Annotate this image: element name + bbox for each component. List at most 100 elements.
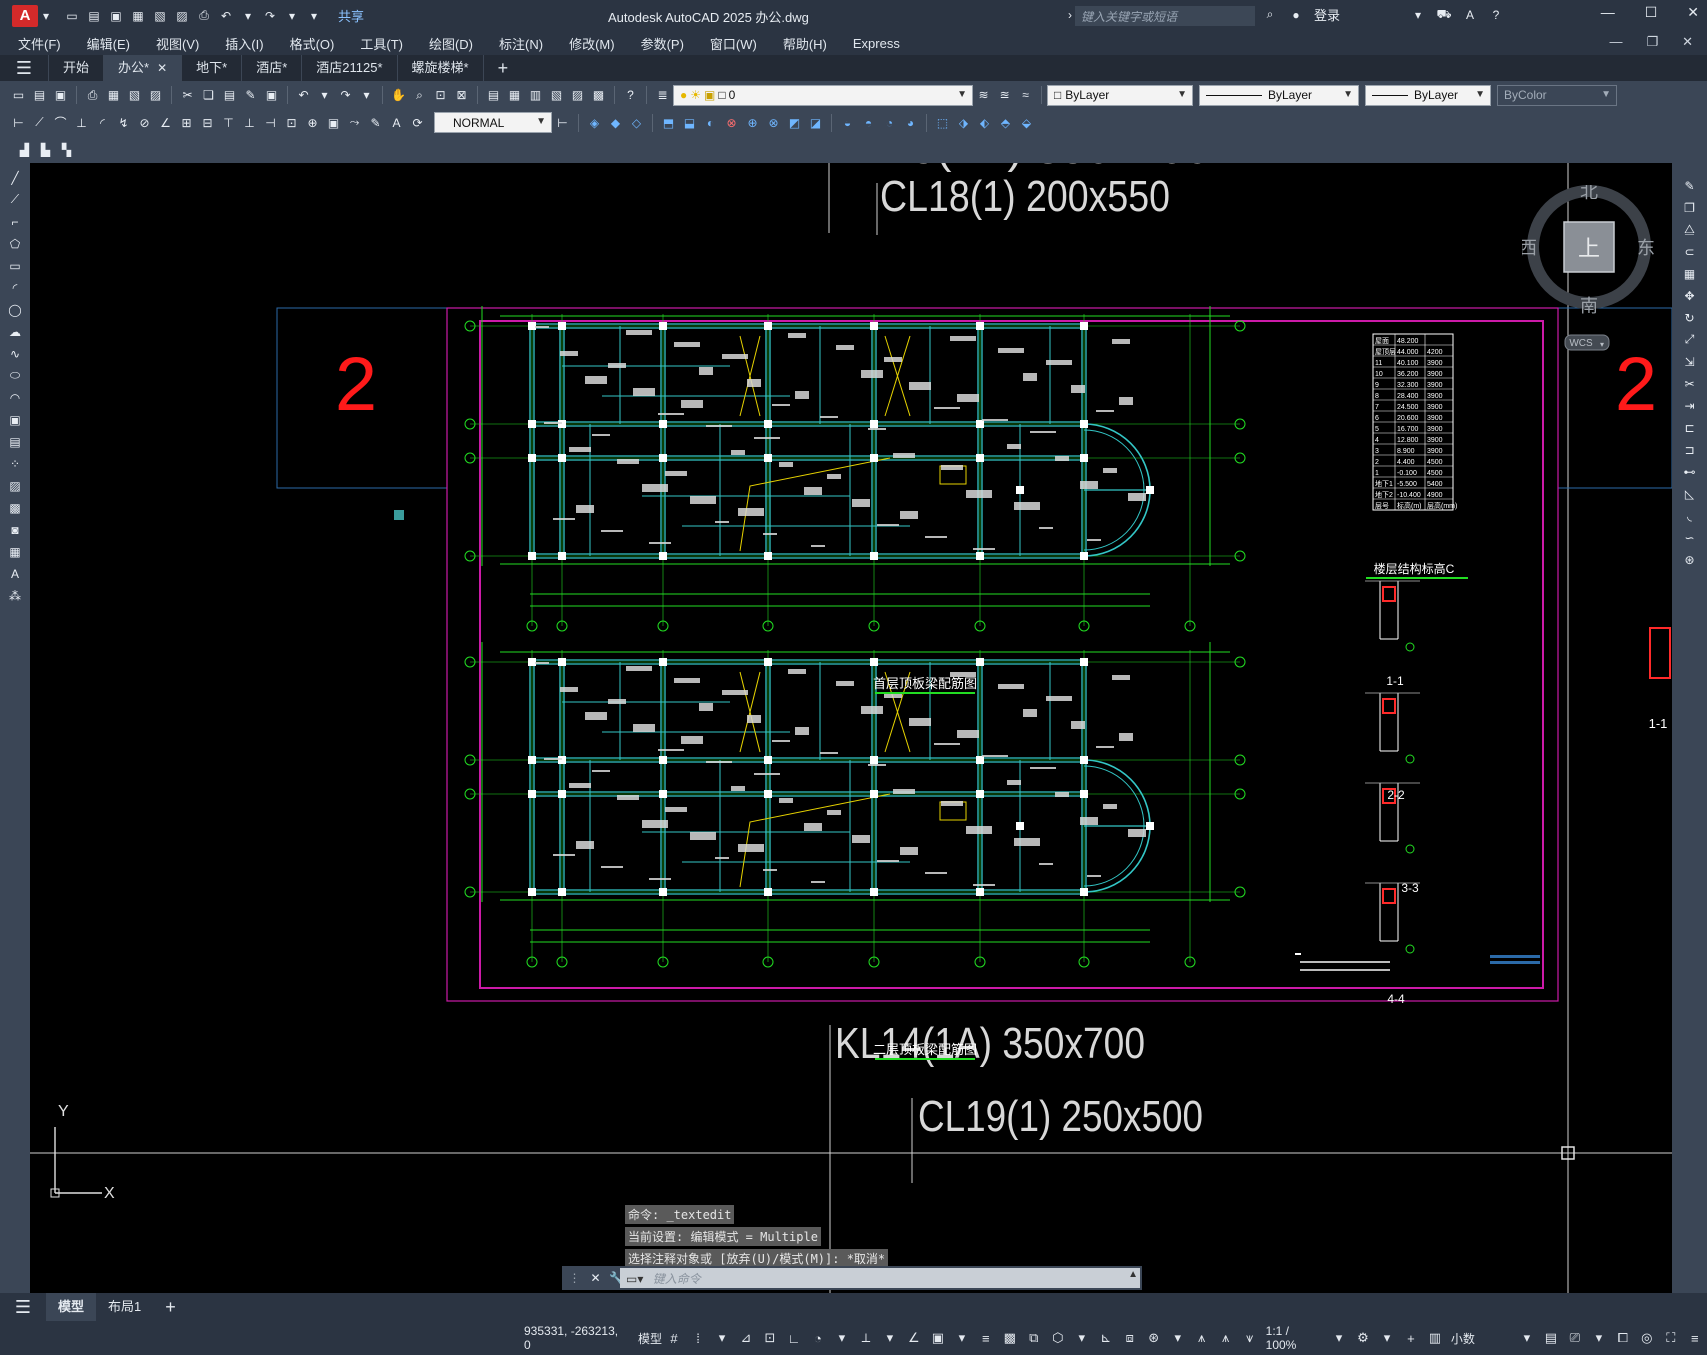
layer-freeze-icon[interactable]: ☀ xyxy=(690,88,701,102)
union-icon[interactable]: ⊕ xyxy=(744,114,761,131)
viewcube-east[interactable]: 东 xyxy=(1637,238,1655,259)
linetype-dropdown[interactable]: ByLayer ▼ xyxy=(1199,84,1359,106)
pan-icon[interactable]: ✋ xyxy=(390,87,407,104)
qnew-icon[interactable]: ▭ xyxy=(10,87,27,104)
jogged-dim-icon[interactable]: ↯ xyxy=(115,114,132,131)
menu-edit[interactable]: 编辑(E) xyxy=(87,34,130,53)
object-snap-dropdown-icon[interactable]: ▾ xyxy=(953,1329,971,1347)
tab-model[interactable]: 模型 xyxy=(46,1293,97,1321)
3d-orbit-icon[interactable]: ◈ xyxy=(586,114,603,131)
selection-cycling-icon[interactable]: ⧉ xyxy=(1025,1329,1043,1347)
cut-icon[interactable]: ✂ xyxy=(179,87,196,104)
menu-help[interactable]: 帮助(H) xyxy=(783,34,827,53)
redo-dropdown-icon[interactable]: ▾ xyxy=(358,87,375,104)
revision-cloud-icon[interactable]: ☁ xyxy=(7,323,24,340)
erase-icon[interactable]: ✎ xyxy=(1681,177,1698,194)
plot-icon[interactable]: ⎙ xyxy=(84,87,101,104)
minimize-icon[interactable]: — xyxy=(1601,4,1615,21)
maximize-icon[interactable]: ☐ xyxy=(1645,4,1658,21)
scale-dropdown-icon[interactable]: ▾ xyxy=(1330,1329,1348,1347)
circle-icon[interactable]: ◯ xyxy=(7,301,24,318)
properties-icon[interactable]: ▤ xyxy=(485,87,502,104)
model-space-button[interactable]: 模型 xyxy=(638,1330,662,1347)
menu-express[interactable]: Express xyxy=(853,36,900,51)
layout-menu-icon[interactable]: ☰ xyxy=(0,1297,46,1318)
construction-line-icon[interactable]: ⟋ xyxy=(7,191,24,208)
save-icon[interactable]: ▣ xyxy=(52,87,69,104)
add-layout-icon[interactable]: + xyxy=(153,1293,188,1321)
polyline-icon[interactable]: ⌐ xyxy=(7,213,24,230)
polar-dropdown-icon[interactable]: ▾ xyxy=(833,1329,851,1347)
viewcube-west[interactable]: 西 xyxy=(1519,238,1537,259)
jogged-linear-icon[interactable]: ⤳ xyxy=(346,114,363,131)
selection-filter-icon[interactable]: ⧈ xyxy=(1121,1329,1139,1347)
presspull-icon[interactable]: ⬓ xyxy=(681,114,698,131)
plotstyle-dropdown[interactable]: ByColor ▼ xyxy=(1497,84,1617,106)
radius-dim-icon[interactable]: ◜ xyxy=(94,114,111,131)
wcs-dropdown-icon[interactable]: ▾ xyxy=(1600,340,1604,349)
workspace-dropdown-icon[interactable]: ▾ xyxy=(1378,1329,1396,1347)
export-icon[interactable]: ▧ xyxy=(152,8,168,24)
menu-parametric[interactable]: 参数(P) xyxy=(641,34,684,53)
join-icon[interactable]: ⊷ xyxy=(1681,463,1698,480)
arc-length-icon[interactable]: ⌒ xyxy=(52,114,69,131)
draworder-icon[interactable]: ▟ xyxy=(16,141,33,158)
login-button[interactable]: 登录 xyxy=(1314,5,1340,24)
line-icon[interactable]: ╱ xyxy=(7,169,24,186)
lights-icon[interactable]: ◕ xyxy=(902,114,919,131)
copy-object-icon[interactable]: ❐ xyxy=(1681,199,1698,216)
break-icon[interactable]: ⊐ xyxy=(1681,441,1698,458)
dimension-style-icon[interactable]: ⊢ xyxy=(554,114,571,131)
dim-update-icon[interactable]: ⟳ xyxy=(409,114,426,131)
hatch-icon[interactable]: ▨ xyxy=(7,477,24,494)
offset-icon[interactable]: ⊂ xyxy=(1681,243,1698,260)
polygon-icon[interactable]: ⬠ xyxy=(7,235,24,252)
app-menu-chevron-icon[interactable]: ▾ xyxy=(38,8,54,24)
command-recent-icon[interactable]: ▲ xyxy=(1128,1269,1138,1280)
trim-icon[interactable]: ✂ xyxy=(1681,375,1698,392)
doc-restore-icon[interactable]: ❐ xyxy=(1646,34,1658,50)
menu-dimension[interactable]: 标注(N) xyxy=(499,34,543,53)
extrude-icon[interactable]: ⬒ xyxy=(660,114,677,131)
annotation-visibility-icon[interactable]: ⩚ xyxy=(1193,1329,1211,1347)
match-properties-icon[interactable]: ✎ xyxy=(242,87,259,104)
baseline-dim-icon[interactable]: ⊟ xyxy=(199,114,216,131)
insert-block-icon[interactable]: ▣ xyxy=(7,411,24,428)
undo-dropdown-icon[interactable]: ▾ xyxy=(316,87,333,104)
zoom-previous-icon[interactable]: ⊠ xyxy=(453,87,470,104)
undo-icon[interactable]: ↶ xyxy=(295,87,312,104)
tab-close-icon[interactable]: ✕ xyxy=(157,61,167,75)
move-icon[interactable]: ✥ xyxy=(1681,287,1698,304)
login-dropdown-icon[interactable]: ▾ xyxy=(1410,7,1426,23)
dynamic-ucs-icon[interactable]: ⊾ xyxy=(1097,1329,1115,1347)
inspection-icon[interactable]: ▣ xyxy=(325,114,342,131)
color-dropdown[interactable]: □ ByLayer ▼ xyxy=(1047,84,1193,106)
3d-print-icon[interactable]: ▨ xyxy=(147,87,164,104)
annotation-monitor-icon[interactable]: + xyxy=(1402,1329,1420,1347)
materials-icon[interactable]: ◔ xyxy=(881,114,898,131)
file-tabs-menu-icon[interactable]: ☰ xyxy=(0,58,48,79)
shell-icon[interactable]: ◪ xyxy=(807,114,824,131)
multiline-text-icon[interactable]: A xyxy=(7,565,24,582)
units-dropdown-icon[interactable]: ▾ xyxy=(1518,1329,1536,1347)
design-center-icon[interactable]: ▦ xyxy=(506,87,523,104)
lineweight-dropdown[interactable]: ByLayer ▼ xyxy=(1365,84,1491,106)
align-icon[interactable]: ⬚ xyxy=(934,114,951,131)
3d-mirror-icon[interactable]: ⬘ xyxy=(997,114,1014,131)
linetype-dropdown-arrow-icon[interactable]: ▼ xyxy=(1343,89,1353,100)
close-icon[interactable]: ✕ xyxy=(1687,4,1699,21)
annotation-scale-value[interactable]: 1:1 / 100% xyxy=(1266,1324,1323,1352)
snap-icon[interactable]: ⁞ xyxy=(689,1329,707,1347)
layer-previous-icon[interactable]: ≊ xyxy=(996,87,1013,104)
share-button[interactable]: 共享 xyxy=(338,6,364,25)
isodraft-dropdown-icon[interactable]: ▾ xyxy=(881,1329,899,1347)
sheet-set-icon[interactable]: ▧ xyxy=(548,87,565,104)
scale-icon[interactable]: ⤢ xyxy=(1681,331,1698,348)
command-grip-icon[interactable]: ⋮ xyxy=(566,1270,583,1287)
dimstyle-dropdown[interactable]: NORMAL ▼ xyxy=(434,112,552,133)
3d-osnap-dropdown-icon[interactable]: ▾ xyxy=(1073,1329,1091,1347)
layer-state-icon[interactable]: ≈ xyxy=(1017,87,1034,104)
autocad-logo-icon[interactable]: A xyxy=(12,4,38,27)
command-input[interactable]: ▭▾ 键入命令 xyxy=(620,1268,1140,1288)
annotation-scale-icon[interactable]: ⩛ xyxy=(1241,1329,1259,1347)
